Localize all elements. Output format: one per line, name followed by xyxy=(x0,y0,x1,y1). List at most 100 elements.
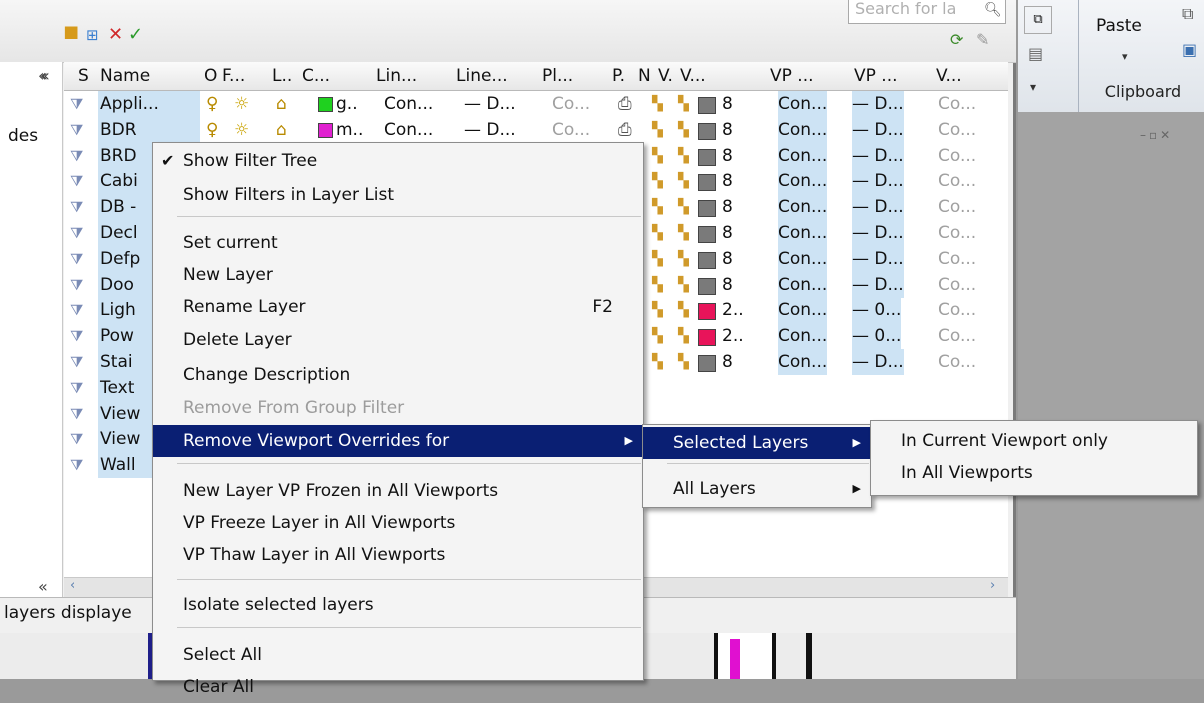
col-vp-color[interactable]: VP ... xyxy=(770,66,814,86)
vp-color[interactable]: 8 xyxy=(722,220,733,246)
vp-linetype[interactable]: Con... xyxy=(778,91,828,117)
sun-icon[interactable]: ☼ xyxy=(234,91,249,117)
layer-linetype[interactable]: Con... xyxy=(384,91,433,117)
vp-freeze-icon[interactable]: ▚ xyxy=(678,297,689,323)
vp-color-swatch[interactable] xyxy=(698,355,716,372)
vp-linetype[interactable]: Con... xyxy=(778,142,828,169)
vp-lineweight[interactable]: — D... xyxy=(852,194,904,221)
delete-layer-icon[interactable]: ✕ xyxy=(108,26,123,44)
col-linetype[interactable]: Lin... xyxy=(376,66,417,86)
layer-status-icon[interactable]: ⧩ xyxy=(70,168,83,194)
vp-linetype[interactable]: Con... xyxy=(778,271,828,298)
table-row[interactable]: ⧩ BDR ♀ ☼ ⌂ m.. Con... — D... Co... ⎙ ▚ ▚ 8 Con... — D… xyxy=(64,116,1008,143)
dropdown-arrow-icon[interactable]: ▾ xyxy=(1030,80,1036,94)
vp-plotstyle[interactable]: Co... xyxy=(938,143,976,169)
new-vp-freeze-icon[interactable]: ▚ xyxy=(652,220,663,246)
col-plot[interactable]: P. xyxy=(612,66,625,86)
col-lock[interactable]: L.. xyxy=(272,66,292,86)
vp-freeze-icon[interactable]: ▚ xyxy=(678,323,689,349)
new-property-filter-icon[interactable]: ⯀ xyxy=(64,26,78,44)
vp-color[interactable]: 8 xyxy=(722,349,733,375)
vp-lineweight[interactable]: — D... xyxy=(852,168,904,195)
vp-freeze-icon[interactable]: ▚ xyxy=(678,246,689,272)
layer-status-icon[interactable]: ⧩ xyxy=(70,246,83,272)
menu-new-layer-vp-frozen[interactable]: New Layer VP Frozen in All Viewports xyxy=(153,475,643,507)
vp-lineweight[interactable]: — 0... xyxy=(852,297,902,324)
col-color[interactable]: C... xyxy=(302,66,330,86)
col-freeze[interactable]: F... xyxy=(222,66,245,86)
vp-freeze-icon[interactable]: ▚ xyxy=(678,272,689,298)
vp-linetype[interactable]: Con... xyxy=(778,323,828,350)
lightbulb-icon[interactable]: ♀ xyxy=(206,117,218,143)
submenu-all-viewports[interactable]: In All Viewports xyxy=(871,457,1197,489)
menu-change-description[interactable]: Change Description xyxy=(153,359,643,391)
vp-plotstyle[interactable]: Co... xyxy=(938,220,976,246)
menu-show-filters-in-list[interactable]: Show Filters in Layer List xyxy=(153,179,643,211)
col-new-vp-freeze[interactable]: N xyxy=(638,66,651,86)
scroll-right-icon[interactable]: › xyxy=(990,578,995,593)
col-vp-color-short[interactable]: V... xyxy=(680,66,706,86)
paste-button[interactable]: Paste xyxy=(1096,16,1142,36)
vp-plotstyle[interactable]: Co... xyxy=(938,246,976,272)
vp-color[interactable]: 8 xyxy=(722,272,733,298)
vp-color[interactable]: 8 xyxy=(722,117,733,143)
col-name[interactable]: Name xyxy=(100,66,150,86)
layer-status-icon[interactable]: ⧩ xyxy=(70,323,83,349)
new-vp-freeze-icon[interactable]: ▚ xyxy=(652,168,663,194)
vp-color-swatch[interactable] xyxy=(698,200,716,218)
settings-icon[interactable]: ✎ xyxy=(976,30,989,49)
vp-lineweight[interactable]: — D... xyxy=(852,91,904,117)
new-vp-freeze-icon[interactable]: ▚ xyxy=(652,297,663,323)
vp-linetype[interactable]: Con... xyxy=(778,349,828,375)
paste-special-icon[interactable]: ▣ xyxy=(1182,40,1197,59)
vp-color[interactable]: 8 xyxy=(722,143,733,169)
vp-color-swatch[interactable] xyxy=(698,277,716,295)
vp-color[interactable]: 8 xyxy=(722,246,733,272)
layer-name[interactable]: BDR xyxy=(98,116,200,143)
calculator-icon[interactable]: ▤ xyxy=(1028,44,1043,63)
layer-status-icon[interactable]: ⧩ xyxy=(70,272,83,298)
lock-icon[interactable]: ⌂ xyxy=(276,91,287,117)
new-vp-freeze-icon[interactable]: ▚ xyxy=(652,272,663,298)
window-controls-icon[interactable]: –▫✕ xyxy=(1140,128,1173,142)
vp-lineweight[interactable]: — D... xyxy=(852,220,904,246)
menu-delete-layer[interactable]: Delete Layer xyxy=(153,324,643,356)
new-group-filter-icon[interactable]: ⊞ xyxy=(86,26,99,44)
layer-status-icon[interactable]: ⧩ xyxy=(70,452,83,478)
layer-lineweight[interactable]: — D... xyxy=(464,91,516,117)
vp-color[interactable]: 8 xyxy=(722,91,733,117)
vp-plotstyle[interactable]: Co... xyxy=(938,91,976,117)
vp-linetype[interactable]: Con... xyxy=(778,194,828,221)
vp-plotstyle[interactable]: Co... xyxy=(938,297,976,323)
menu-vp-thaw-layer[interactable]: VP Thaw Layer in All Viewports xyxy=(153,539,643,571)
refresh-icon[interactable]: ⟳ xyxy=(950,30,963,49)
vp-plotstyle[interactable]: Co... xyxy=(938,272,976,298)
vp-plotstyle[interactable]: Co... xyxy=(938,349,976,375)
submenu-all-layers[interactable]: All Layers ▶ xyxy=(643,473,871,505)
submenu-selected-layers[interactable]: Selected Layers ▶ xyxy=(643,427,871,459)
vp-color[interactable]: 8 xyxy=(722,194,733,220)
layer-status-icon[interactable]: ⧩ xyxy=(70,143,83,169)
layer-status-icon[interactable]: ⧩ xyxy=(70,220,83,246)
col-plotstyle[interactable]: Pl... xyxy=(542,66,573,86)
vp-color[interactable]: 2.. xyxy=(722,297,744,323)
vp-linetype[interactable]: Con... xyxy=(778,245,828,272)
layer-status-icon[interactable]: ⧩ xyxy=(70,91,83,117)
search-icon[interactable]: 🔍︎ xyxy=(984,2,1002,18)
color-swatch[interactable] xyxy=(318,97,333,112)
copy-icon[interactable]: ⧉ xyxy=(1182,4,1193,24)
vp-plotstyle[interactable]: Co... xyxy=(938,194,976,220)
menu-new-layer[interactable]: New Layer xyxy=(153,259,643,291)
vp-lineweight[interactable]: — D... xyxy=(852,116,904,143)
new-vp-freeze-icon[interactable]: ▚ xyxy=(652,91,663,117)
col-vp-freeze[interactable]: V. xyxy=(658,66,673,86)
layer-name[interactable]: Appli... xyxy=(98,91,200,117)
col-vp-plotstyle[interactable]: V... xyxy=(936,66,962,86)
layer-plotstyle[interactable]: Co... xyxy=(552,91,590,117)
vp-freeze-icon[interactable]: ▚ xyxy=(678,91,689,117)
printer-icon[interactable]: ⎙ xyxy=(618,91,632,117)
layer-linetype[interactable]: Con... xyxy=(384,117,433,143)
vp-color-swatch[interactable] xyxy=(698,122,716,140)
menu-rename-layer[interactable]: Rename Layer F2 xyxy=(153,291,643,323)
sun-icon[interactable]: ☼ xyxy=(234,117,249,143)
